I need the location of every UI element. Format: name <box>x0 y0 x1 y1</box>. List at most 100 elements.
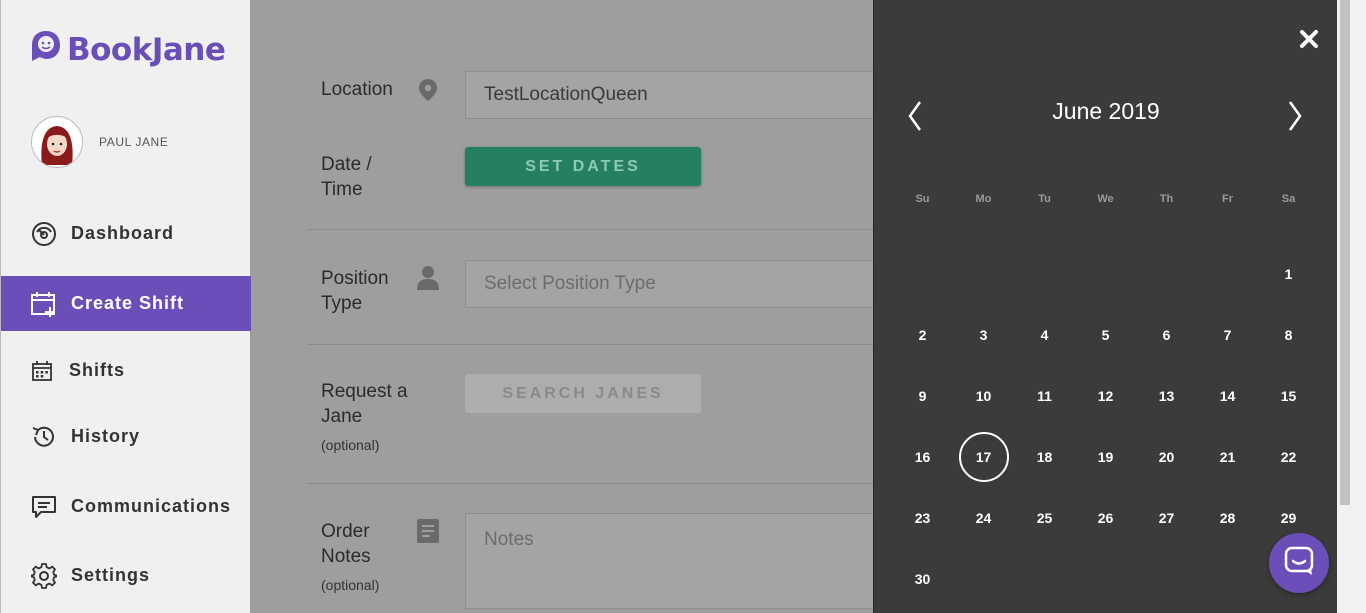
calendar-day[interactable]: 2 <box>892 304 953 365</box>
weekday-label: Su <box>915 193 930 205</box>
calendar-month-title: June 2019 <box>1052 98 1160 124</box>
person-icon <box>417 266 439 295</box>
scrollbar-thumb[interactable] <box>1340 0 1350 505</box>
position-label-line: Position <box>321 268 389 289</box>
calendar-grid: 1 2 3 4 5 6 7 8 9 10 11 12 13 14 15 16 17 18 19 20 21 22 23 24 2… <box>892 243 1319 609</box>
calendar-day[interactable]: 5 <box>1075 304 1136 365</box>
calendar-day[interactable]: 25 <box>1014 487 1075 548</box>
calendar-day[interactable]: 7 <box>1197 304 1258 365</box>
calendar-day-number: 21 <box>1219 448 1236 465</box>
calendar-day-number: 24 <box>975 509 992 526</box>
calendar-day[interactable]: 14 <box>1197 365 1258 426</box>
brand-logo[interactable]: BookJane <box>31 30 226 69</box>
user-name: PAUL JANE <box>99 135 169 149</box>
calendar-day-number: 5 <box>1101 326 1110 343</box>
calendar-day-number: 12 <box>1097 387 1114 404</box>
notes-textarea[interactable]: Notes <box>465 513 873 609</box>
calendar-day-number: 26 <box>1097 509 1114 526</box>
calendar-day[interactable]: 3 <box>953 304 1014 365</box>
calendar-day[interactable]: 8 <box>1258 304 1319 365</box>
position-type-select[interactable]: Select Position Type <box>465 260 873 308</box>
calendar-day[interactable]: 1 <box>1258 243 1319 304</box>
location-pin-icon <box>419 79 437 106</box>
location-input[interactable]: TestLocationQueen <box>465 71 873 119</box>
calendar-day-number: 14 <box>1219 387 1236 404</box>
jane-label-line: Jane <box>321 406 363 427</box>
date-picker-panel: June 2019 Su Mo Tu We Th Fr Sa 1 2 3 4 5 6 7 8 9 10 11 12… <box>873 0 1337 613</box>
calendar-day-number: 8 <box>1284 326 1293 343</box>
calendar-day[interactable]: 11 <box>1014 365 1075 426</box>
sidebar-item-history[interactable]: History <box>1 409 251 464</box>
weekday-label: Mo <box>975 193 992 205</box>
calendar-day[interactable]: 6 <box>1136 304 1197 365</box>
weekday-label: Sa <box>1281 193 1296 205</box>
sidebar-item-settings[interactable]: Settings <box>1 548 251 603</box>
calendar-day[interactable]: 24 <box>953 487 1014 548</box>
bookjane-logo-icon <box>31 30 61 69</box>
request-label-line: Request a <box>321 381 408 402</box>
sidebar: BookJane PAUL JANE Dashboard Create Shif… <box>0 0 251 613</box>
date-label-line: Date / <box>321 154 372 175</box>
close-icon[interactable] <box>1299 24 1319 56</box>
brand-name: BookJane <box>67 31 226 68</box>
calendar-day[interactable]: 23 <box>892 487 953 548</box>
weekday-label: Th <box>1159 193 1174 205</box>
calendar-day[interactable]: 20 <box>1136 426 1197 487</box>
calendar-day-number: 3 <box>979 326 988 343</box>
sidebar-item-label: Shifts <box>69 360 126 380</box>
calendar-day[interactable]: 10 <box>953 365 1014 426</box>
calendar-day[interactable]: 13 <box>1136 365 1197 426</box>
calendar-day-number: 6 <box>1162 326 1171 343</box>
calendar-day[interactable]: 30 <box>892 548 953 609</box>
sidebar-item-shifts[interactable]: Shifts <box>1 343 251 398</box>
calendar-day[interactable]: 12 <box>1075 365 1136 426</box>
calendar-day-number: 17 <box>958 431 1009 482</box>
calendar-day[interactable]: 19 <box>1075 426 1136 487</box>
calendar-blank <box>1197 243 1258 304</box>
calendar-day[interactable]: 22 <box>1258 426 1319 487</box>
sidebar-item-label: Create Shift <box>71 293 185 313</box>
calendar-day[interactable]: 9 <box>892 365 953 426</box>
history-icon <box>31 424 57 450</box>
calendar-day[interactable]: 26 <box>1075 487 1136 548</box>
set-dates-button[interactable]: SET DATES <box>465 147 701 186</box>
calendar-day[interactable]: 4 <box>1014 304 1075 365</box>
sidebar-item-communications[interactable]: Communications <box>1 479 251 534</box>
calendar-day[interactable]: 27 <box>1136 487 1197 548</box>
calendar-day[interactable]: 28 <box>1197 487 1258 548</box>
request-optional-hint: (optional) <box>321 437 380 453</box>
chat-icon <box>1284 546 1314 581</box>
message-icon <box>31 494 57 520</box>
notes-optional-hint: (optional) <box>321 577 380 593</box>
search-janes-button[interactable]: SEARCH JANES <box>465 374 701 413</box>
sidebar-item-create-shift[interactable]: Create Shift <box>1 276 251 331</box>
calendar-day-number: 4 <box>1040 326 1049 343</box>
calendar-day[interactable]: 15 <box>1258 365 1319 426</box>
chevron-right-icon[interactable] <box>1282 100 1306 137</box>
user-profile[interactable]: PAUL JANE <box>31 116 168 168</box>
type-label-line: Type <box>321 293 363 314</box>
calendar-day-number: 22 <box>1280 448 1297 465</box>
calendar-day-selected[interactable]: 17 <box>953 426 1014 487</box>
sidebar-item-label: Settings <box>71 565 151 585</box>
calendar-day-number: 11 <box>1037 387 1052 404</box>
calendar-day-number: 1 <box>1284 265 1293 282</box>
calendar-day-number: 29 <box>1280 509 1297 526</box>
calendar-day-number: 19 <box>1097 448 1114 465</box>
calendar-day-number: 10 <box>975 387 992 404</box>
calendar-day-number: 13 <box>1158 387 1175 404</box>
sidebar-item-label: Dashboard <box>71 223 175 243</box>
calendar-day-number: 9 <box>918 387 927 404</box>
calendar-day-number: 16 <box>914 448 931 465</box>
sidebar-item-dashboard[interactable]: Dashboard <box>1 206 251 261</box>
date-time-label: Date / Time <box>321 152 372 202</box>
request-jane-label: Request a Jane <box>321 379 408 429</box>
order-notes-label: Order Notes <box>321 519 371 569</box>
calendar-day-number: 27 <box>1158 509 1175 526</box>
calendar-day[interactable]: 18 <box>1014 426 1075 487</box>
calendar-add-icon <box>31 291 57 317</box>
chat-launcher-button[interactable] <box>1269 533 1329 593</box>
time-label-line: Time <box>321 179 363 200</box>
calendar-day[interactable]: 21 <box>1197 426 1258 487</box>
calendar-day[interactable]: 16 <box>892 426 953 487</box>
